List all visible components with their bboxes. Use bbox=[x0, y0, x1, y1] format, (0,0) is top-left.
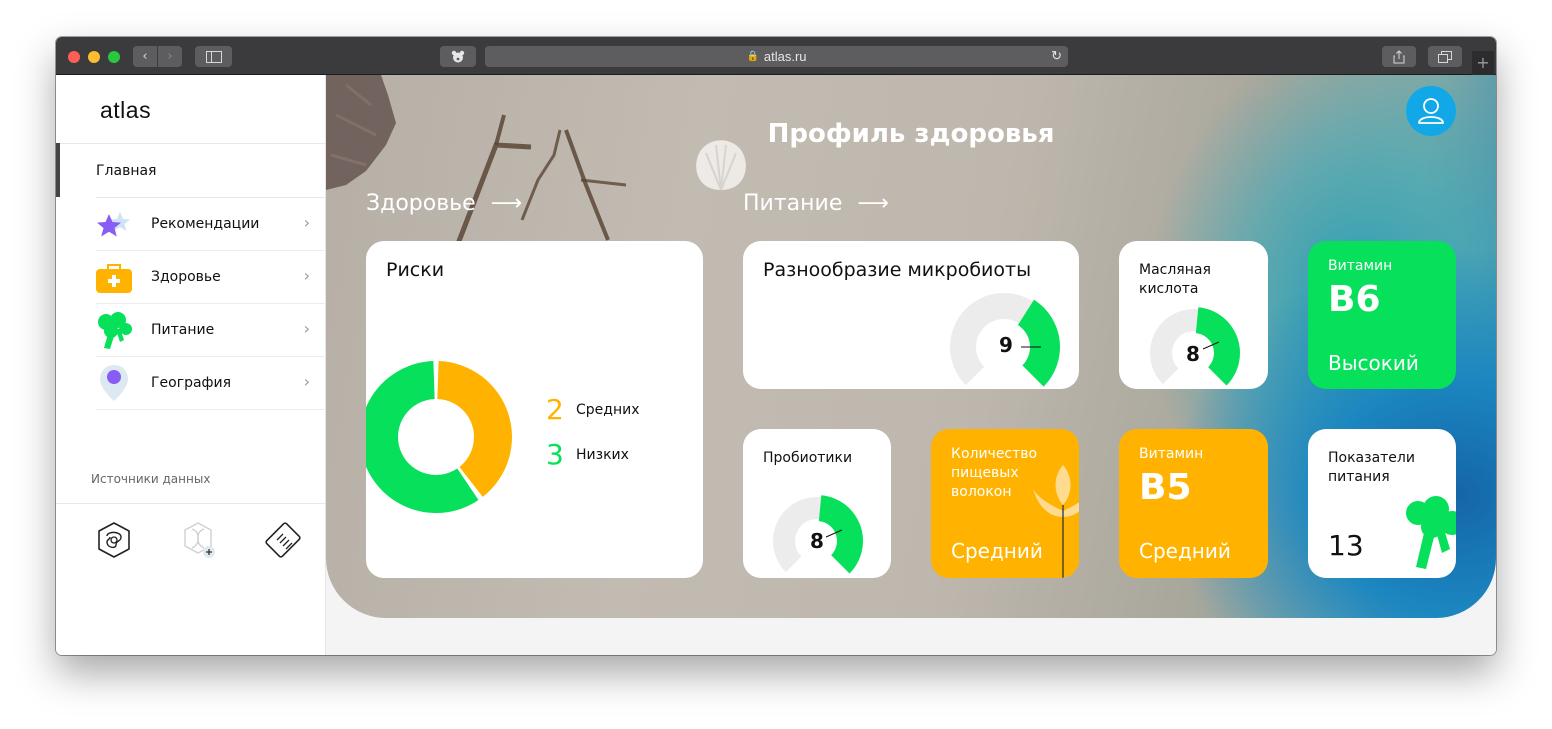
forward-button[interactable]: › bbox=[158, 46, 182, 67]
card-title: Масляная кислота bbox=[1139, 262, 1211, 297]
fiber-level: Средний bbox=[951, 539, 1043, 563]
sidebar-item-label: Рекомендации bbox=[151, 216, 260, 232]
sidebar-item-label: Здоровье bbox=[151, 269, 221, 285]
card-title: Витамин bbox=[1328, 258, 1393, 274]
chevron-right-icon: › bbox=[303, 319, 310, 338]
legend-label: Низких bbox=[576, 446, 629, 463]
risks-donut-chart bbox=[366, 361, 512, 513]
probiotics-score: 8 bbox=[810, 529, 824, 553]
section-heading: Питание bbox=[743, 191, 843, 216]
user-icon bbox=[1418, 98, 1444, 124]
sidebar-item-health[interactable]: Здоровье › bbox=[96, 251, 326, 304]
medkit-icon bbox=[96, 264, 132, 293]
vitamin-name: B5 bbox=[1139, 467, 1192, 508]
dietary-fiber-card[interactable]: Количество пищевых волокон Средний bbox=[931, 429, 1079, 578]
chevron-right-icon: › bbox=[303, 266, 310, 285]
vitamin-name: B6 bbox=[1328, 279, 1381, 320]
nutrition-section-link[interactable]: Питание ⟶ bbox=[743, 191, 889, 216]
share-button[interactable] bbox=[1382, 46, 1416, 67]
microbiota-score: 9 bbox=[999, 333, 1013, 357]
profile-button[interactable] bbox=[1406, 86, 1456, 136]
new-tab-button[interactable]: + bbox=[1472, 51, 1494, 75]
chevron-right-icon: › bbox=[167, 49, 173, 64]
back-button[interactable]: ‹ bbox=[133, 46, 157, 67]
vitamin-b6-card[interactable]: Витамин B6 Высокий bbox=[1308, 241, 1456, 389]
star-icon bbox=[97, 212, 130, 237]
butyric-score: 8 bbox=[1186, 342, 1200, 366]
lab-report-icon[interactable] bbox=[263, 520, 303, 560]
card-title: Риски bbox=[386, 259, 445, 281]
chevron-right-icon: › bbox=[303, 372, 310, 391]
sidebar-item-label: Главная bbox=[96, 163, 157, 179]
reload-icon[interactable]: ↻ bbox=[1051, 48, 1062, 64]
card-title: Витамин bbox=[1139, 446, 1204, 462]
page-title: Профиль здоровья bbox=[767, 119, 1055, 149]
share-icon bbox=[1393, 49, 1405, 63]
plus-icon: + bbox=[1476, 53, 1490, 72]
lock-icon: 🔒 bbox=[746, 51, 759, 62]
microbiome-icon[interactable] bbox=[94, 520, 134, 560]
chevron-right-icon: › bbox=[303, 213, 310, 232]
probiotics-card[interactable]: Пробиотики 8 bbox=[743, 429, 891, 578]
active-indicator bbox=[56, 143, 60, 197]
sidebar-divider bbox=[56, 503, 326, 504]
sidebar-item-label: Питание bbox=[151, 322, 215, 338]
microbiota-diversity-card[interactable]: Разнообразие микробиоты 9 bbox=[743, 241, 1079, 389]
tabs-overview-button[interactable] bbox=[1428, 46, 1462, 67]
arrow-right-icon: ⟶ bbox=[857, 191, 889, 216]
vitamin-level: Средний bbox=[1139, 539, 1231, 563]
chevron-left-icon: ‹ bbox=[142, 49, 148, 64]
risks-card[interactable]: Риски 2 Средних 3 Низких bbox=[366, 241, 703, 578]
browser-titlebar: ‹ › 🔒 atlas.ru ↻ + bbox=[56, 37, 1496, 75]
address-bar[interactable]: 🔒 atlas.ru ↻ bbox=[485, 46, 1068, 67]
health-section-link[interactable]: Здоровье ⟶ bbox=[366, 191, 522, 216]
indicators-value: 13 bbox=[1328, 529, 1364, 562]
app-logo[interactable]: atlas bbox=[100, 97, 151, 124]
vitamin-b5-card[interactable]: Витамин B5 Средний bbox=[1119, 429, 1268, 578]
sidebar-item-home[interactable]: Главная bbox=[56, 143, 326, 197]
legend-item-medium: 2 Средних bbox=[546, 393, 640, 426]
legend-count: 2 bbox=[546, 393, 564, 426]
close-window-button[interactable] bbox=[68, 51, 80, 63]
legend-label: Средних bbox=[576, 401, 640, 418]
url-text: atlas.ru bbox=[763, 49, 807, 64]
card-title: Разнообразие микробиоты bbox=[763, 259, 1032, 281]
sidebar-item-label: География bbox=[151, 375, 232, 391]
sidebar-toggle-button[interactable] bbox=[195, 46, 232, 67]
browser-window: ‹ › 🔒 atlas.ru ↻ + atlas Главная Рекомен… bbox=[56, 37, 1496, 655]
legend-item-low: 3 Низких bbox=[546, 438, 629, 471]
data-sources-heading: Источники данных bbox=[91, 472, 211, 486]
butyric-acid-card[interactable]: Масляная кислота 8 bbox=[1119, 241, 1268, 389]
nutrition-indicators-card[interactable]: Показатели питания 13 bbox=[1308, 429, 1456, 578]
gauge-fill bbox=[818, 495, 863, 574]
sidebar-icon bbox=[205, 50, 222, 63]
privacy-extension-button[interactable] bbox=[440, 46, 476, 67]
sidebar-item-geography[interactable]: География › bbox=[96, 357, 326, 410]
sidebar-item-nutrition[interactable]: Питание › bbox=[96, 304, 326, 357]
location-pin-icon bbox=[100, 365, 128, 401]
gauge-fill bbox=[1195, 307, 1240, 386]
dna-add-icon[interactable] bbox=[180, 520, 220, 560]
section-heading: Здоровье bbox=[366, 191, 476, 216]
vitamin-level: Высокий bbox=[1328, 351, 1419, 375]
broccoli-icon bbox=[98, 312, 132, 349]
tabs-icon bbox=[1438, 50, 1452, 63]
minimize-window-button[interactable] bbox=[88, 51, 100, 63]
legend-count: 3 bbox=[546, 438, 564, 471]
broccoli-icon bbox=[1406, 496, 1456, 569]
card-title: Показатели питания bbox=[1328, 450, 1415, 485]
sidebar: atlas Главная Рекомендации › Здоровье › bbox=[56, 75, 326, 655]
maximize-window-button[interactable] bbox=[108, 51, 120, 63]
main-content: Профиль здоровья Здоровье ⟶ Питание ⟶ Ри… bbox=[326, 75, 1496, 655]
card-title: Пробиотики bbox=[763, 450, 853, 466]
arrow-right-icon: ⟶ bbox=[490, 191, 523, 216]
bear-icon bbox=[451, 50, 465, 63]
sidebar-item-recommendations[interactable]: Рекомендации › bbox=[96, 198, 326, 251]
